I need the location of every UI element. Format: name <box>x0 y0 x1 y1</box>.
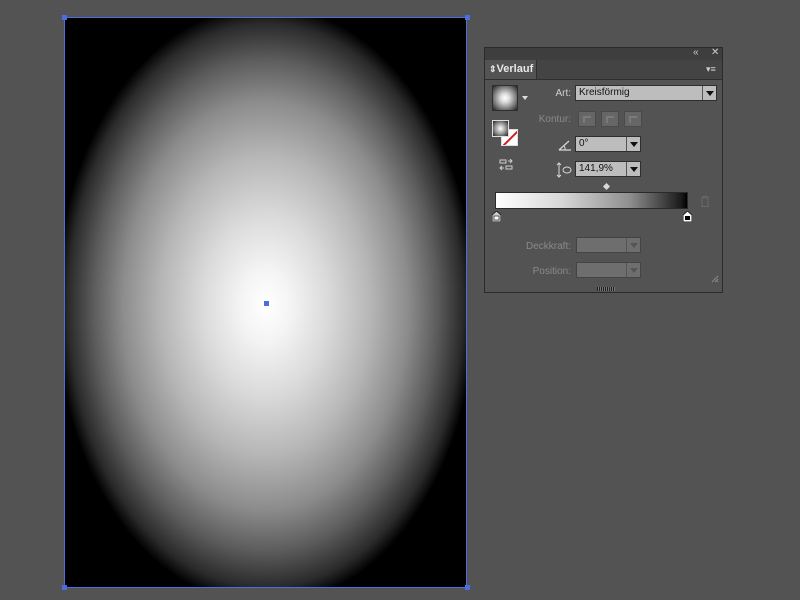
opacity-label: Deckkraft: <box>525 241 571 252</box>
gradient-panel: « ✕ ⇕Verlauf ▾≡ Art: Kreisförmig Kontur:… <box>484 47 723 293</box>
swatch-dropdown-icon[interactable] <box>522 96 528 100</box>
gradient-stop-black[interactable] <box>683 211 692 222</box>
chevron-down-icon[interactable] <box>626 137 640 151</box>
gradient-type-value: Kreisförmig <box>579 87 630 98</box>
panel-title-bar[interactable]: « ✕ <box>485 47 722 60</box>
panel-tab-bar: ⇕Verlauf ▾≡ <box>485 60 722 80</box>
center-point-handle[interactable] <box>264 301 269 306</box>
chevron-down-icon[interactable] <box>702 86 716 100</box>
reverse-gradient-icon[interactable] <box>499 159 513 171</box>
aspect-ratio-input[interactable]: 141,9% <box>575 161 641 177</box>
stroke-across-button[interactable] <box>624 111 642 127</box>
close-icon[interactable]: ✕ <box>711 47 719 59</box>
opacity-input[interactable] <box>576 237 641 253</box>
fill-swatch[interactable] <box>492 120 509 137</box>
tab-verlauf[interactable]: ⇕Verlauf <box>485 60 537 79</box>
gradient-swatch[interactable] <box>492 85 518 111</box>
stroke-label: Kontur: <box>538 114 571 125</box>
tab-verlauf-label: Verlauf <box>496 63 534 75</box>
double-chevron-left-icon[interactable]: « <box>693 47 699 59</box>
gradient-type-select[interactable]: Kreisförmig <box>575 85 717 101</box>
artboard[interactable] <box>64 17 467 588</box>
aspect-ratio-value: 141,9% <box>579 163 613 174</box>
gradient-slider[interactable] <box>495 192 688 209</box>
panel-bottom-handle[interactable] <box>597 287 615 291</box>
artboard-handle-top-left[interactable] <box>62 15 67 20</box>
location-label: Position: <box>532 266 571 277</box>
chevron-down-icon[interactable] <box>626 162 640 176</box>
panel-menu-icon[interactable]: ▾≡ <box>706 64 718 74</box>
artboard-handle-top-right[interactable] <box>465 15 470 20</box>
artboard-handle-bottom-left[interactable] <box>62 585 67 590</box>
type-label: Art: <box>555 88 571 99</box>
stroke-within-button[interactable] <box>578 111 596 127</box>
gradient-midpoint-diamond[interactable] <box>602 182 611 191</box>
angle-value: 0° <box>579 138 589 149</box>
angle-icon <box>558 140 571 151</box>
tab-expand-icon: ⇕ <box>489 64 497 74</box>
stroke-along-button[interactable] <box>601 111 619 127</box>
location-input[interactable] <box>576 262 641 278</box>
gradient-stop-white[interactable] <box>492 211 501 222</box>
aspect-ratio-icon <box>556 162 572 178</box>
chevron-down-icon[interactable] <box>626 263 640 277</box>
chevron-down-icon[interactable] <box>626 238 640 252</box>
trash-icon[interactable] <box>700 196 710 207</box>
artboard-handle-bottom-right[interactable] <box>465 585 470 590</box>
resize-grip-icon[interactable] <box>711 275 719 283</box>
angle-input[interactable]: 0° <box>575 136 641 152</box>
